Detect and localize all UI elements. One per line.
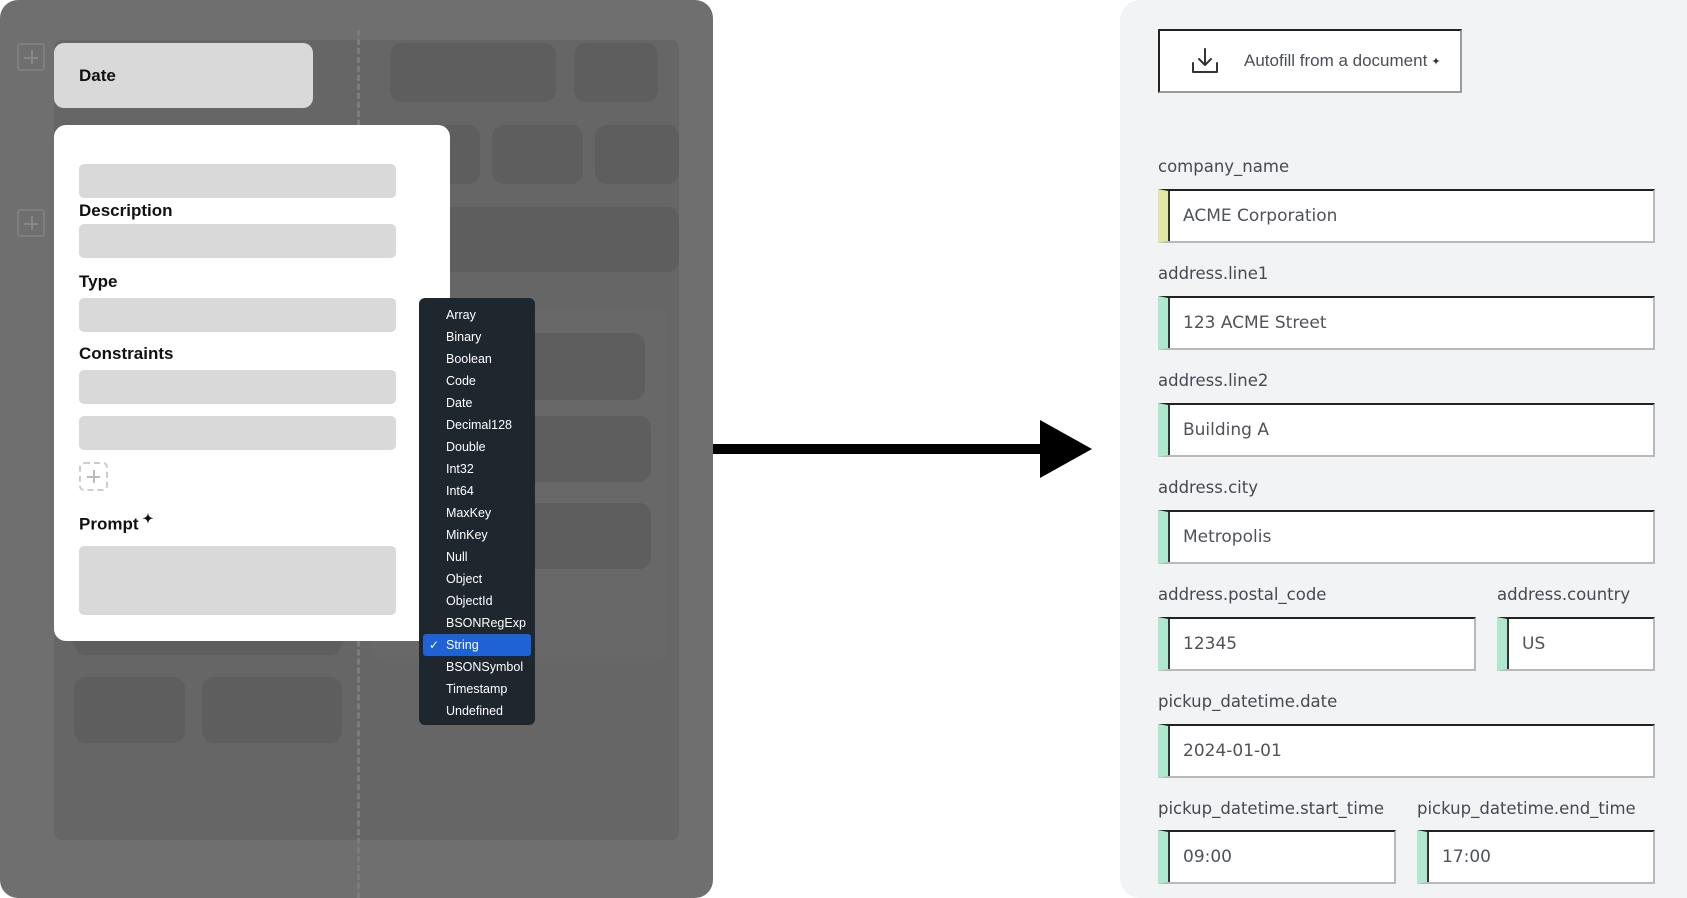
- type-option-label: MaxKey: [446, 506, 492, 520]
- type-option[interactable]: Null: [423, 546, 531, 568]
- type-option[interactable]: Date: [423, 392, 531, 414]
- type-option[interactable]: Timestamp: [423, 678, 531, 700]
- address-country-input[interactable]: US: [1497, 617, 1655, 671]
- type-option[interactable]: ✓ String: [423, 634, 531, 656]
- pickup-date-input[interactable]: 2024-01-01: [1158, 724, 1655, 778]
- address-city-input[interactable]: Metropolis: [1158, 510, 1655, 564]
- placeholder-block: [74, 677, 185, 743]
- type-option[interactable]: MinKey: [423, 524, 531, 546]
- type-option[interactable]: Int64: [423, 480, 531, 502]
- placeholder-block: [595, 125, 679, 184]
- address-line2-input[interactable]: Building A: [1158, 403, 1655, 457]
- type-option-label: MinKey: [446, 528, 488, 542]
- placeholder-block: [492, 125, 583, 184]
- type-option-label: Date: [446, 396, 473, 410]
- autofill-button[interactable]: Autofill from a document ✦: [1158, 29, 1462, 93]
- type-dropdown-menu: Array Binary Boolean Code Date Decimal128 Doub…: [419, 298, 535, 725]
- type-option[interactable]: BSONRegExp: [423, 612, 531, 634]
- arrow-icon: [1040, 420, 1092, 478]
- pickup-end-time-label: pickup_datetime.end_time: [1417, 799, 1636, 818]
- sparkle-icon: ✦: [1431, 55, 1441, 68]
- company-name-input[interactable]: ACME Corporation: [1158, 189, 1655, 243]
- address-line1-input[interactable]: 123 ACME Street: [1158, 296, 1655, 350]
- type-option[interactable]: ObjectId: [423, 590, 531, 612]
- add-row-icon[interactable]: [17, 43, 45, 71]
- type-option[interactable]: Binary: [423, 326, 531, 348]
- type-option[interactable]: Code: [423, 370, 531, 392]
- address-city-label: address.city: [1158, 478, 1258, 497]
- type-option[interactable]: Object: [423, 568, 531, 590]
- add-row-icon[interactable]: [17, 209, 45, 237]
- prompt-field[interactable]: [79, 546, 396, 615]
- description-field[interactable]: [79, 224, 396, 258]
- prompt-label: Prompt ✦: [79, 511, 154, 534]
- type-option-label: Null: [446, 550, 468, 564]
- pickup-date-label: pickup_datetime.date: [1158, 692, 1338, 711]
- placeholder-block: [574, 43, 658, 102]
- type-option[interactable]: Undefined: [423, 700, 531, 722]
- pickup-start-time-input[interactable]: 09:00: [1158, 830, 1396, 884]
- add-constraint-button[interactable]: [79, 462, 108, 491]
- schema-editor-panel: Date Description Type Constraints Prompt…: [0, 0, 713, 898]
- type-option-label: Array: [446, 308, 476, 322]
- type-option-label: Object: [446, 572, 483, 586]
- type-option-label: Code: [446, 374, 476, 388]
- type-option[interactable]: Array: [423, 304, 531, 326]
- address-postal-code-label: address.postal_code: [1158, 585, 1327, 604]
- address-country-label: address.country: [1497, 585, 1631, 604]
- address-postal-code-input[interactable]: 12345: [1158, 617, 1476, 671]
- extracted-form-panel: Autofill from a document ✦ company_name A…: [1120, 0, 1687, 898]
- pickup-end-time-input[interactable]: 17:00: [1417, 830, 1655, 884]
- constraints-label: Constraints: [79, 344, 174, 363]
- type-option-label: BSONSymbol: [446, 660, 524, 674]
- date-field-tab[interactable]: Date: [54, 43, 313, 108]
- type-option[interactable]: Double: [423, 436, 531, 458]
- type-option-label: Decimal128: [446, 418, 513, 432]
- type-option-label: Boolean: [446, 352, 492, 366]
- address-line2-label: address.line2: [1158, 371, 1269, 390]
- autofill-label: Autofill from a document: [1244, 51, 1428, 70]
- placeholder-block: [390, 43, 556, 102]
- description-label: Description: [79, 201, 173, 220]
- download-icon: [1192, 48, 1218, 73]
- type-option-label: Timestamp: [446, 682, 508, 696]
- type-option-label: BSONRegExp: [446, 616, 526, 630]
- name-field[interactable]: [79, 164, 396, 198]
- constraint-field[interactable]: [79, 416, 396, 450]
- type-option[interactable]: Boolean: [423, 348, 531, 370]
- checkmark-icon: ✓: [429, 638, 440, 652]
- type-option-label: Undefined: [446, 704, 503, 718]
- sparkle-icon: ✦: [142, 511, 154, 526]
- field-config-card: Description Type Constraints Prompt ✦: [54, 125, 450, 641]
- address-line1-label: address.line1: [1158, 264, 1269, 283]
- type-option-label: Binary: [446, 330, 482, 344]
- placeholder-block: [202, 677, 342, 743]
- type-option[interactable]: Decimal128: [423, 414, 531, 436]
- type-option-label: Int32: [446, 462, 474, 476]
- type-option-label: Double: [446, 440, 486, 454]
- type-option-label: ObjectId: [446, 594, 493, 608]
- type-label: Type: [79, 272, 118, 291]
- type-option[interactable]: BSONSymbol: [423, 656, 531, 678]
- company-name-label: company_name: [1158, 157, 1290, 176]
- arrow-shaft: [713, 444, 1043, 454]
- pickup-start-time-label: pickup_datetime.start_time: [1158, 799, 1385, 818]
- type-option-label: String: [446, 638, 479, 652]
- type-option[interactable]: MaxKey: [423, 502, 531, 524]
- type-select[interactable]: [79, 298, 396, 332]
- type-option-label: Int64: [446, 484, 474, 498]
- type-option[interactable]: Int32: [423, 458, 531, 480]
- constraint-field[interactable]: [79, 370, 396, 404]
